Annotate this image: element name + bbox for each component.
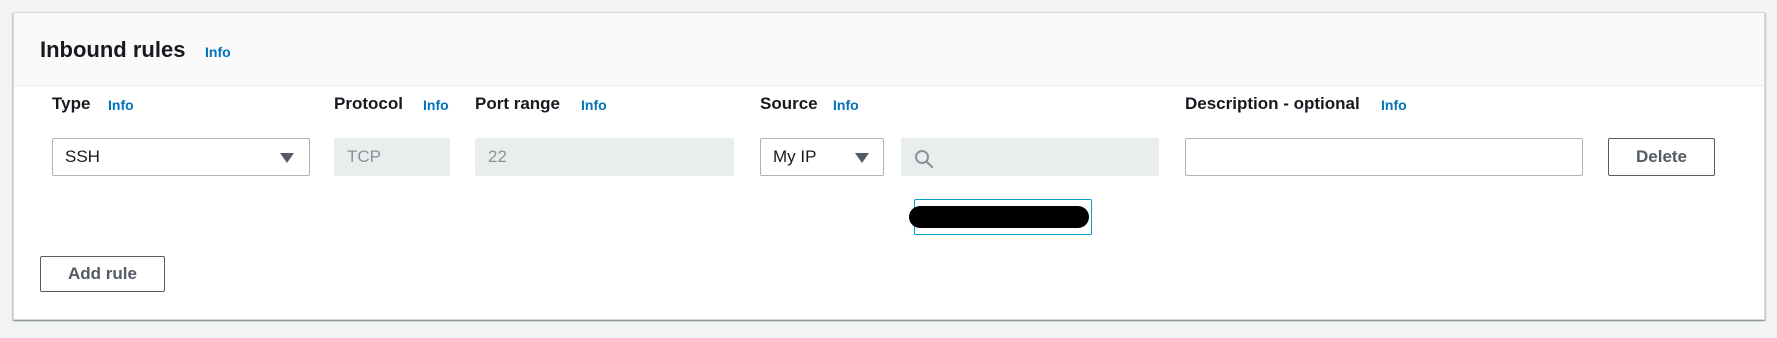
inbound-rules-panel: Inbound rules Info Type Info Protocol In… [13, 12, 1765, 320]
panel-title: Inbound rules [40, 37, 186, 62]
protocol-field: TCP [334, 138, 450, 176]
inbound-rules-info-link[interactable]: Info [205, 44, 231, 60]
delete-rule-button[interactable]: Delete [1608, 138, 1715, 176]
protocol-value: TCP [347, 147, 381, 166]
source-cidr-search-input [901, 138, 1159, 176]
port-range-value: 22 [488, 147, 507, 166]
type-select-value: SSH [65, 147, 100, 166]
port-range-label: Port range [475, 94, 561, 113]
protocol-info-link[interactable]: Info [423, 97, 449, 113]
source-ip-token-label [909, 206, 1089, 228]
port-range-field: 22 [475, 138, 734, 176]
port-range-info-link[interactable]: Info [581, 97, 607, 113]
description-info-link[interactable]: Info [1381, 97, 1407, 113]
search-icon [915, 150, 934, 169]
type-info-link[interactable]: Info [108, 97, 134, 113]
add-rule-button[interactable]: Add rule [40, 256, 165, 292]
type-select[interactable]: SSH [52, 138, 310, 176]
panel-header: Inbound rules Info [14, 13, 1764, 86]
description-input[interactable] [1185, 138, 1583, 176]
caret-down-icon [855, 153, 869, 163]
source-select[interactable]: My IP [760, 138, 884, 176]
source-ip-token[interactable] [909, 199, 1092, 235]
source-info-link[interactable]: Info [833, 97, 859, 113]
source-label: Source [760, 94, 818, 113]
protocol-label: Protocol [334, 94, 403, 113]
caret-down-icon [280, 153, 294, 163]
source-select-value: My IP [773, 147, 817, 166]
description-label: Description - optional [1185, 94, 1360, 113]
type-label: Type [52, 94, 91, 113]
